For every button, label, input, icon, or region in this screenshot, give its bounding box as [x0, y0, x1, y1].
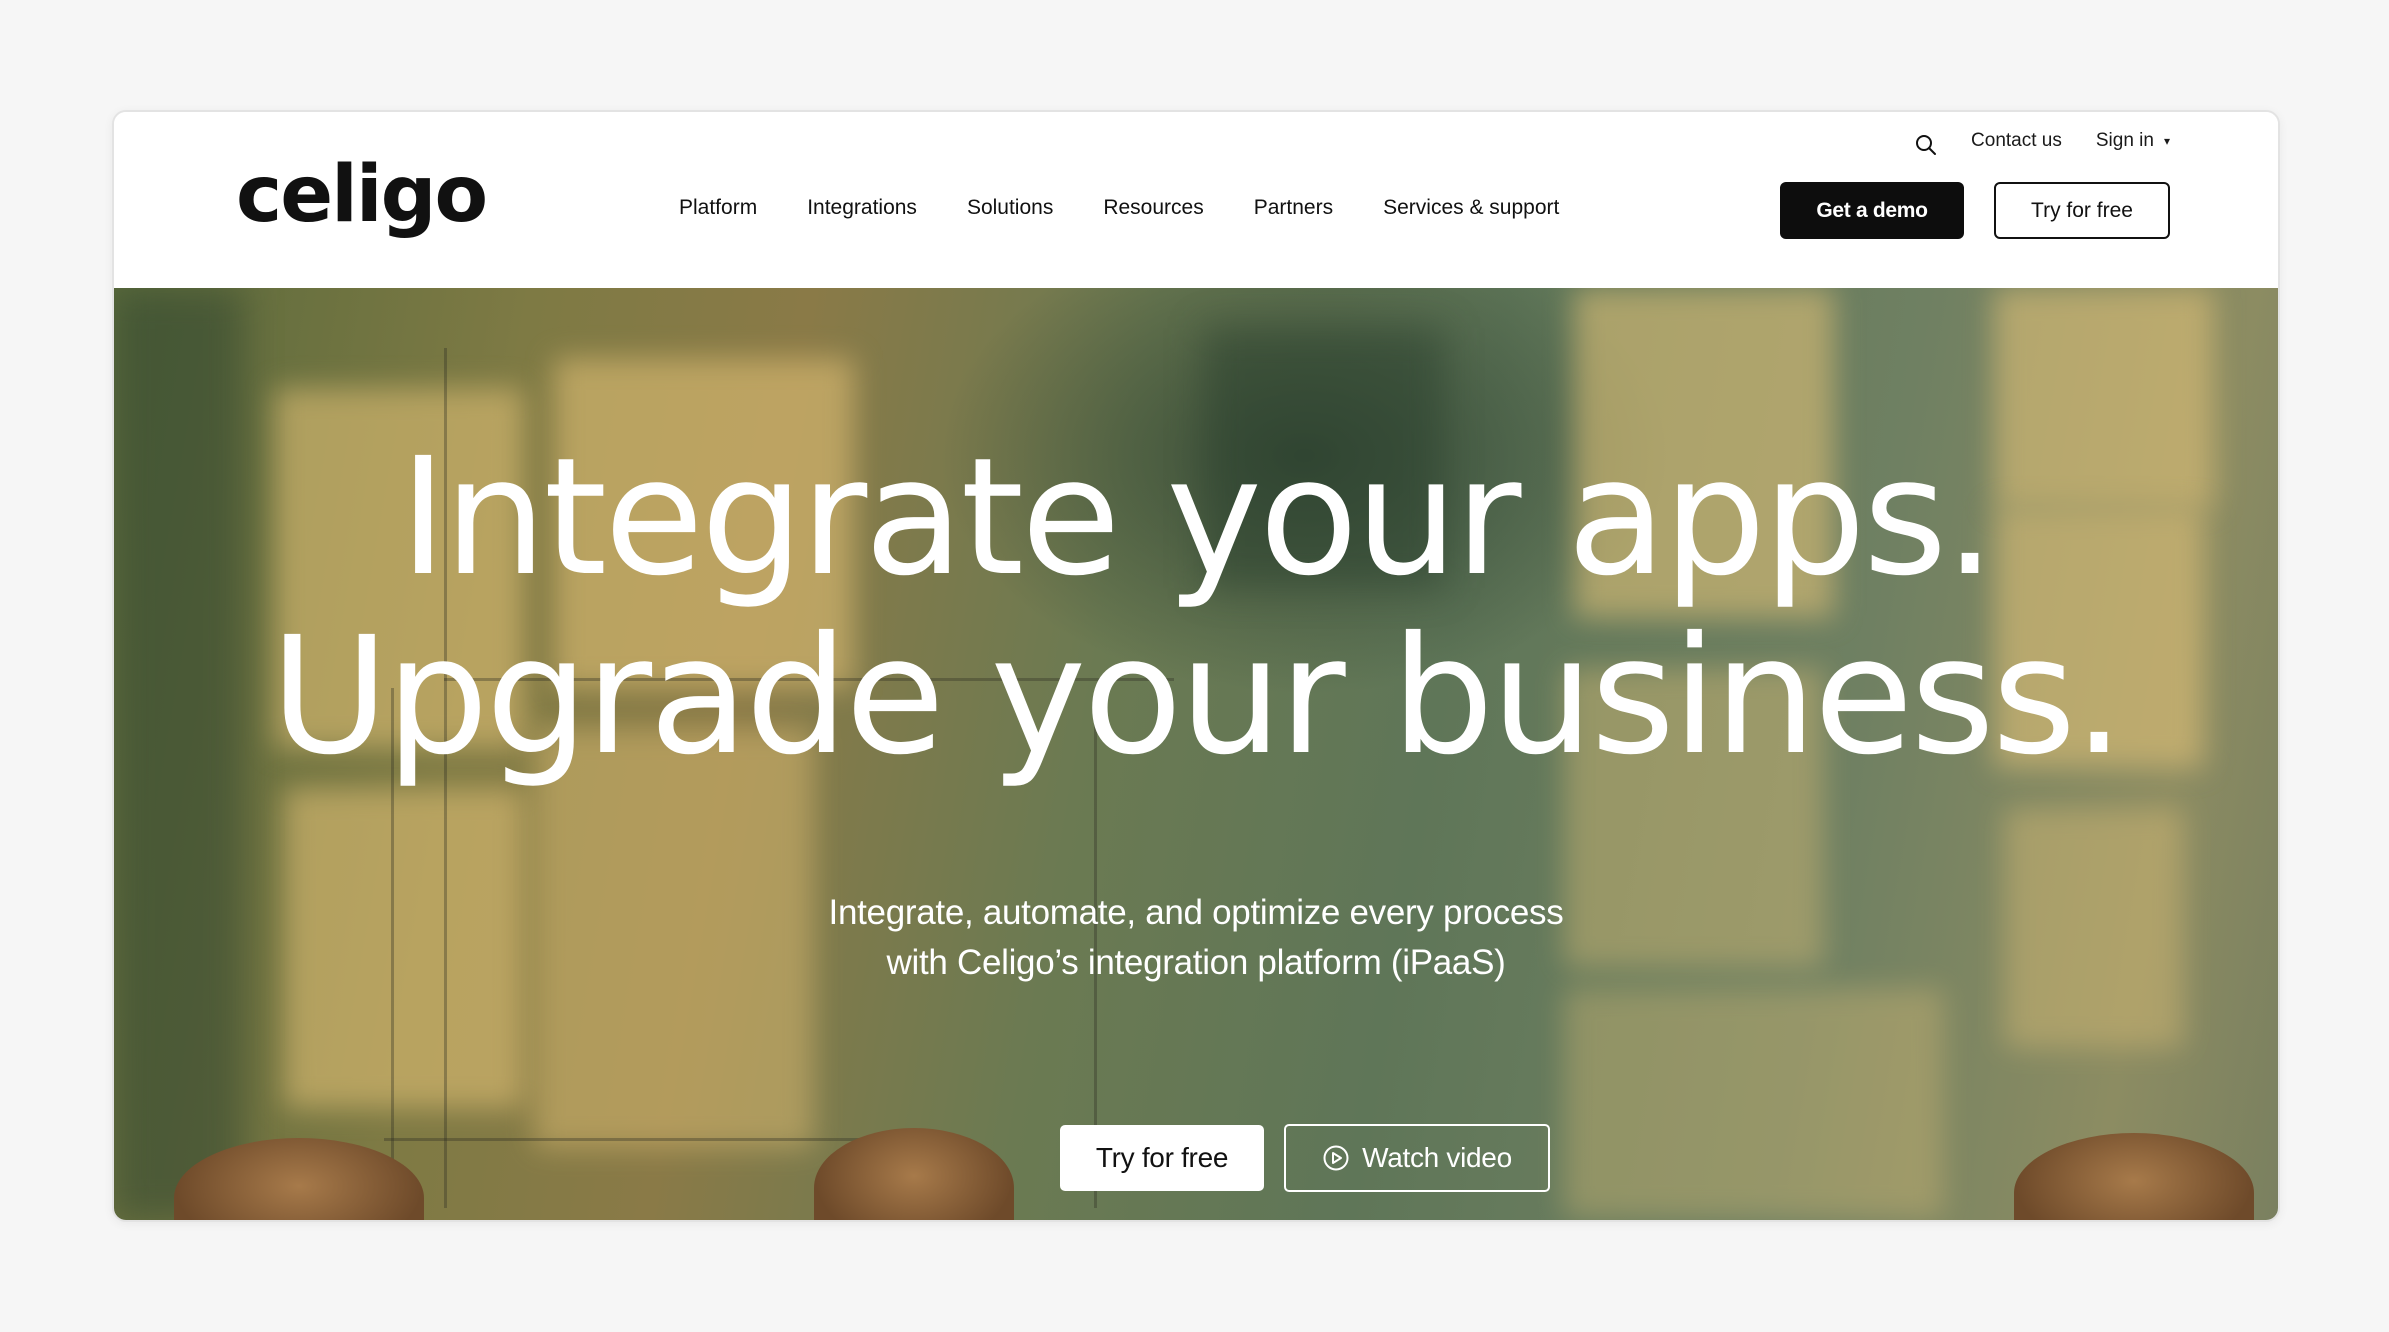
chevron-down-icon: ▾: [2163, 134, 2170, 148]
watch-video-label: Watch video: [1362, 1142, 1512, 1173]
person-head: [814, 1128, 1014, 1220]
utility-nav: Contact us Sign in ▾: [1915, 126, 2170, 156]
hero-subtitle-line-2: with Celigo’s integration platform (iPaa…: [886, 943, 1506, 982]
contact-us-link[interactable]: Contact us: [1971, 130, 2062, 152]
nav-partners[interactable]: Partners: [1254, 196, 1333, 220]
window-light-shape: [1564, 988, 1944, 1218]
nav-solutions[interactable]: Solutions: [967, 196, 1053, 220]
hero-subtitle-line-1: Integrate, automate, and optimize every …: [828, 893, 1564, 932]
hero-headline-line-2: Upgrade your business.: [270, 603, 2124, 791]
nav-integrations[interactable]: Integrations: [807, 196, 917, 220]
sign-in-label: Sign in: [2095, 130, 2154, 151]
site-header: celigo Contact us Sign in ▾ Platform Int…: [114, 112, 2278, 288]
search-icon[interactable]: [1915, 134, 1937, 156]
try-for-free-hero-button[interactable]: Try for free: [1060, 1125, 1264, 1191]
hero-headline-line-1: Integrate your apps.: [399, 424, 1996, 612]
nav-services-support[interactable]: Services & support: [1383, 196, 1559, 220]
watch-video-button[interactable]: Watch video: [1284, 1124, 1550, 1192]
get-a-demo-button[interactable]: Get a demo: [1780, 182, 1964, 239]
person-head: [2014, 1133, 2254, 1220]
nav-platform[interactable]: Platform: [679, 196, 757, 220]
play-circle-icon: [1322, 1144, 1350, 1172]
main-nav: Platform Integrations Solutions Resource…: [679, 196, 1559, 220]
browser-frame: celigo Contact us Sign in ▾ Platform Int…: [112, 110, 2280, 1222]
sign-in-menu[interactable]: Sign in ▾: [2096, 130, 2170, 152]
celigo-logo[interactable]: celigo: [236, 156, 488, 234]
nav-resources[interactable]: Resources: [1103, 196, 1203, 220]
try-for-free-header-button[interactable]: Try for free: [1994, 182, 2170, 239]
whiteboard-line: [384, 1138, 904, 1141]
